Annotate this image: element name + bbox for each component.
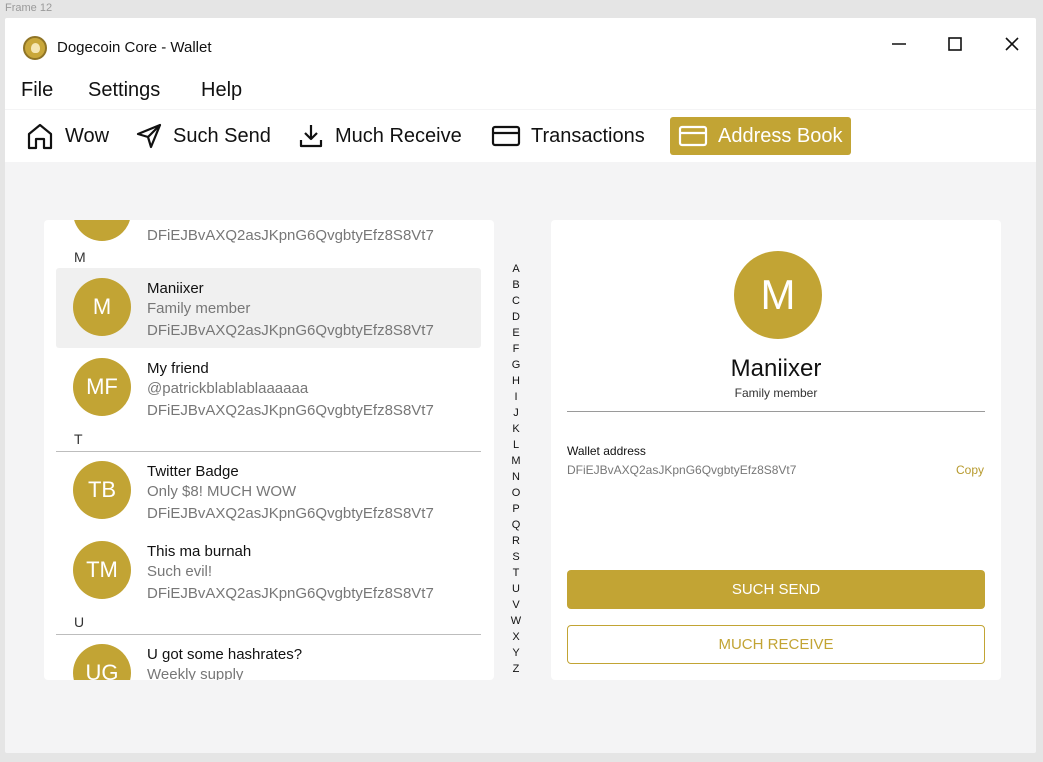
alpha-index-n[interactable]: N bbox=[512, 469, 520, 485]
menu-settings[interactable]: Settings bbox=[88, 79, 160, 102]
download-icon bbox=[299, 125, 323, 148]
alpha-index-y[interactable]: Y bbox=[512, 645, 519, 661]
alpha-index-k[interactable]: K bbox=[512, 421, 519, 437]
contact-description: Family member bbox=[147, 300, 251, 317]
detail-avatar: M bbox=[734, 251, 822, 339]
tab-much-receive-label: Much Receive bbox=[335, 124, 462, 147]
maximize-button[interactable] bbox=[941, 30, 969, 58]
alpha-index-r[interactable]: R bbox=[512, 533, 520, 549]
card-icon bbox=[491, 125, 521, 147]
contact-name: U got some hashrates? bbox=[147, 646, 303, 663]
contact-address: DFiEJBvAXQ2asJKpnG6QvgbtyEfz8S8Vt7 bbox=[147, 402, 434, 419]
alpha-index-z[interactable]: Z bbox=[513, 661, 520, 677]
minimize-icon bbox=[892, 43, 906, 45]
dogecoin-logo-icon bbox=[23, 36, 47, 60]
list-item[interactable]: DFiEJBvAXQ2asJKpnG6QvgbtyEfz8S8Vt7 bbox=[56, 220, 481, 253]
contact-name: Twitter Badge bbox=[147, 463, 239, 480]
menu-help[interactable]: Help bbox=[201, 79, 242, 102]
tab-much-receive[interactable]: Much Receive bbox=[289, 117, 470, 155]
contact-name: Maniixer bbox=[147, 280, 204, 297]
menu-file[interactable]: File bbox=[21, 79, 53, 102]
tab-transactions[interactable]: Transactions bbox=[483, 117, 653, 155]
app-window: Dogecoin Core - Wallet File Settings Hel… bbox=[5, 18, 1036, 753]
contact-address: DFiEJBvAXQ2asJKpnG6QvgbtyEfz8S8Vt7 bbox=[147, 585, 434, 602]
alpha-index-e[interactable]: E bbox=[512, 325, 519, 341]
contact-name: My friend bbox=[147, 360, 209, 377]
detail-divider bbox=[567, 411, 985, 412]
alpha-index-l[interactable]: L bbox=[513, 437, 519, 453]
wallet-address-label: Wallet address bbox=[567, 444, 646, 458]
alpha-index-q[interactable]: Q bbox=[512, 517, 521, 533]
alpha-index-v[interactable]: V bbox=[512, 597, 519, 613]
alpha-index-o[interactable]: O bbox=[512, 485, 521, 501]
contact-description: Weekly supply bbox=[147, 666, 244, 680]
section-header-u: U bbox=[74, 614, 85, 630]
main-toolbar: Wow Such Send Much Receive Transactions bbox=[5, 110, 1036, 162]
alpha-index-m[interactable]: M bbox=[511, 453, 520, 469]
detail-name: Maniixer bbox=[730, 355, 822, 382]
close-icon bbox=[1005, 37, 1019, 51]
alpha-index-c[interactable]: C bbox=[512, 293, 520, 309]
copy-address-link[interactable]: Copy bbox=[956, 463, 984, 477]
menu-bar: File Settings Help bbox=[5, 73, 1036, 109]
close-button[interactable] bbox=[998, 30, 1026, 58]
alpha-index-p[interactable]: P bbox=[512, 501, 519, 517]
alpha-index-t[interactable]: T bbox=[513, 565, 520, 581]
section-header-t: T bbox=[74, 431, 83, 447]
tab-wow[interactable]: Wow bbox=[17, 117, 117, 155]
home-icon bbox=[27, 123, 53, 150]
contact-address: DFiEJBvAXQ2asJKpnG6QvgbtyEfz8S8Vt7 bbox=[147, 322, 434, 339]
avatar: TM bbox=[73, 541, 131, 599]
alpha-index-w[interactable]: W bbox=[511, 613, 521, 629]
contact-list[interactable]: DFiEJBvAXQ2asJKpnG6QvgbtyEfz8S8Vt7 M M M… bbox=[44, 220, 494, 680]
alpha-index-h[interactable]: H bbox=[512, 373, 520, 389]
alpha-index-s[interactable]: S bbox=[512, 549, 519, 565]
title-bar: Dogecoin Core - Wallet bbox=[5, 18, 1036, 73]
tab-transactions-label: Transactions bbox=[531, 124, 645, 147]
avatar: MF bbox=[73, 358, 131, 416]
tab-such-send-label: Such Send bbox=[173, 124, 271, 147]
avatar: TB bbox=[73, 461, 131, 519]
send-icon bbox=[136, 123, 162, 149]
section-header-m: M bbox=[74, 249, 86, 265]
frame-label: Frame 12 bbox=[5, 2, 53, 14]
tab-address-book[interactable]: Address Book bbox=[670, 117, 851, 155]
contact-detail-panel: M Maniixer Family member Wallet address … bbox=[551, 220, 1001, 680]
maximize-icon bbox=[948, 37, 962, 51]
alphabet-index: A B C D E F G H I J K L M N O P Q R S T … bbox=[508, 261, 524, 677]
such-send-button[interactable]: SUCH SEND bbox=[567, 570, 985, 609]
tab-address-book-label: Address Book bbox=[718, 124, 843, 147]
contact-description: @patrickblablablaaaaaa bbox=[147, 380, 309, 397]
avatar bbox=[73, 220, 131, 241]
alpha-index-b[interactable]: B bbox=[512, 277, 519, 293]
tab-such-send[interactable]: Such Send bbox=[127, 117, 279, 155]
list-item[interactable]: TM This ma burnah Such evil! DFiEJBvAXQ2… bbox=[56, 531, 481, 611]
avatar: UG bbox=[73, 644, 131, 680]
contact-name: This ma burnah bbox=[147, 543, 252, 560]
much-receive-button[interactable]: MUCH RECEIVE bbox=[567, 625, 985, 664]
wallet-address-value: DFiEJBvAXQ2asJKpnG6QvgbtyEfz8S8Vt7 bbox=[567, 463, 797, 477]
window-title: Dogecoin Core - Wallet bbox=[57, 39, 212, 56]
alpha-index-g[interactable]: G bbox=[512, 357, 521, 373]
list-item[interactable]: M Maniixer Family member DFiEJBvAXQ2asJK… bbox=[56, 268, 481, 348]
contact-address: DFiEJBvAXQ2asJKpnG6QvgbtyEfz8S8Vt7 bbox=[147, 227, 434, 244]
contact-description: Only $8! MUCH WOW bbox=[147, 483, 297, 500]
detail-description: Family member bbox=[734, 386, 818, 400]
contact-address: DFiEJBvAXQ2asJKpnG6QvgbtyEfz8S8Vt7 bbox=[147, 505, 434, 522]
list-item[interactable]: MF My friend @patrickblablablaaaaaa DFiE… bbox=[56, 348, 481, 428]
alpha-index-j[interactable]: J bbox=[513, 405, 519, 421]
alpha-index-i[interactable]: I bbox=[514, 389, 517, 405]
minimize-button[interactable] bbox=[885, 30, 913, 58]
alpha-index-d[interactable]: D bbox=[512, 309, 520, 325]
card-icon bbox=[678, 125, 708, 147]
list-item[interactable]: UG U got some hashrates? Weekly supply bbox=[56, 634, 481, 680]
alpha-index-x[interactable]: X bbox=[512, 629, 519, 645]
contact-description: Such evil! bbox=[147, 563, 213, 580]
tab-wow-label: Wow bbox=[65, 124, 110, 147]
avatar: M bbox=[73, 278, 131, 336]
alpha-index-f[interactable]: F bbox=[513, 341, 520, 357]
alpha-index-u[interactable]: U bbox=[512, 581, 520, 597]
alpha-index-a[interactable]: A bbox=[512, 261, 519, 277]
list-item[interactable]: TB Twitter Badge Only $8! MUCH WOW DFiEJ… bbox=[56, 451, 481, 531]
